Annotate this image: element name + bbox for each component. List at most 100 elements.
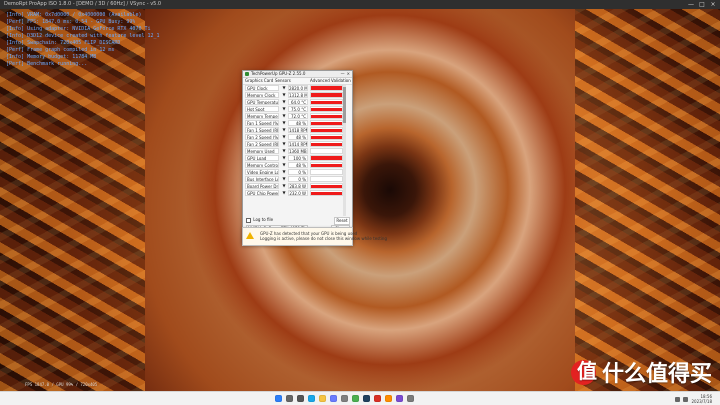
reset-button[interactable]: Reset (334, 217, 350, 225)
sensor-value: 72.0 °C (288, 113, 308, 119)
sensor-row: Fan 2 Speed (%) ▼ 48 % (245, 134, 348, 140)
taskbar-date: 2023/7/18 (691, 399, 712, 404)
sensor-value: 1312.8 MHz (288, 92, 308, 98)
sensor-menu-arrow-icon[interactable]: ▼ (282, 162, 286, 168)
sensor-menu-arrow-icon[interactable]: ▼ (282, 127, 286, 133)
smzdm-watermark: 值 什么值得买 (570, 359, 712, 387)
sensor-menu-arrow-icon[interactable]: ▼ (282, 92, 286, 98)
sensor-graph (310, 120, 343, 126)
sensor-row: Memory Used ▼ 1360 MB (245, 148, 348, 154)
sensor-menu-arrow-icon[interactable]: ▼ (282, 190, 286, 196)
sensor-menu-arrow-icon[interactable]: ▼ (282, 85, 286, 91)
sensor-graph-fill (311, 143, 342, 146)
console-line-8: [Perf] Benchmark running... (6, 61, 88, 67)
sensor-label: Memory Clock (245, 92, 279, 98)
app-gray-icon[interactable] (407, 395, 414, 402)
sensor-graph (310, 113, 343, 119)
sensor-menu-arrow-icon[interactable]: ▼ (282, 176, 286, 182)
app-purple-icon[interactable] (396, 395, 403, 402)
sensor-row: Memory Temperature▼72.0 °C (245, 113, 348, 119)
sensor-menu-arrow-icon[interactable]: ▼ (282, 155, 286, 161)
close-icon[interactable]: × (708, 0, 718, 9)
folder-icon[interactable] (319, 395, 326, 402)
maximize-icon[interactable]: □ (697, 0, 707, 9)
network-icon[interactable] (675, 396, 681, 402)
taskbar-clock[interactable]: 18:56 2023/7/18 (691, 394, 712, 404)
sensor-graph-fill (311, 108, 342, 111)
log-to-file-checkbox[interactable] (246, 217, 251, 223)
console-line-6: [Perf] Frame graph compiled in 12 ms (6, 47, 115, 53)
window-tabs: Graphics Card Sensors Advanced Validatio… (243, 78, 352, 85)
sensor-scrollbar-thumb[interactable] (343, 87, 346, 123)
gpu-z-window[interactable]: TechPowerUp GPU-Z 2.55.0 — × Graphics Ca… (242, 70, 353, 243)
sensor-menu-arrow-icon[interactable]: ▼ (282, 148, 286, 154)
sensor-scrollbar[interactable] (343, 85, 346, 216)
steam-icon[interactable] (363, 395, 370, 402)
sensor-label: GPU Chip Power Draw (245, 190, 279, 196)
sensor-row: GPU Clock▼2820.0 MHz (245, 85, 348, 91)
tab-sensors[interactable]: Sensors (275, 78, 291, 84)
sensor-graph-fill (311, 122, 342, 125)
right-side-background-pattern (575, 0, 720, 391)
sensor-graph-fill (311, 129, 342, 132)
warning-icon (246, 232, 254, 239)
sensor-menu-arrow-icon[interactable]: ▼ (282, 169, 286, 175)
sensor-value: 283.8 W (288, 183, 308, 189)
sensor-graph-fill (311, 101, 342, 104)
sensor-row: Fan 1 Speed (RPM)▼1418 RPM (245, 127, 348, 133)
sensor-label: Fan 2 Speed (RPM) (245, 141, 279, 147)
sensor-graph (310, 190, 343, 196)
sensor-graph-fill (311, 191, 342, 195)
sensor-label: GPU Temperature (245, 99, 279, 105)
sensor-label: Memory Temperature (245, 113, 279, 119)
smzdm-logo: 值 (570, 359, 597, 385)
log-to-file-row[interactable]: Log to file (246, 217, 273, 223)
sensor-row: GPU Chip Power Draw▼232.0 W (245, 190, 348, 196)
tab-advanced-validation[interactable]: Advanced Validation (310, 78, 351, 84)
sensor-menu-arrow-icon[interactable]: ▼ (282, 120, 286, 126)
app-red-icon[interactable] (374, 395, 381, 402)
sensor-graph-fill (311, 86, 342, 90)
sensor-menu-arrow-icon[interactable]: ▼ (282, 106, 286, 112)
minimize-icon[interactable]: — (341, 71, 345, 77)
sensor-label: Memory Controller Load (245, 162, 279, 168)
sensor-value: 100 % (288, 155, 308, 161)
sensor-graph (310, 155, 343, 161)
sensor-label: Board Power Draw (245, 183, 279, 189)
edge-icon[interactable] (308, 395, 315, 402)
sensor-graph (310, 183, 343, 189)
store-icon[interactable] (330, 395, 337, 402)
sensor-menu-arrow-icon[interactable]: ▼ (282, 183, 286, 189)
sensor-menu-arrow-icon[interactable]: ▼ (282, 134, 286, 140)
window-titlebar[interactable]: TechPowerUp GPU-Z 2.55.0 — × (243, 71, 352, 78)
tab-graphics-card[interactable]: Graphics Card (245, 78, 273, 84)
sensor-row: Hot Spot ▼ 75.0 °C (245, 106, 348, 112)
sensor-menu-arrow-icon[interactable]: ▼ (282, 113, 286, 119)
sensor-graph (310, 141, 343, 147)
settings-icon[interactable] (341, 395, 348, 402)
sensor-menu-arrow-icon[interactable]: ▼ (282, 99, 286, 105)
sensor-value: 64.0 °C (288, 99, 308, 105)
minimize-icon[interactable]: — (686, 0, 696, 9)
sensor-graph (310, 127, 343, 133)
close-icon[interactable]: × (347, 71, 350, 77)
sensor-graph-fill (311, 164, 342, 167)
sensor-value: 0 % (288, 176, 308, 182)
volume-icon[interactable] (683, 396, 689, 402)
search-icon[interactable] (286, 395, 293, 402)
warning-notification[interactable]: GPU-Z has detected that your GPU is bein… (242, 227, 387, 246)
console-line-1: [Info] VRAM: 0x7d0000 / 0x4000000 (Avail… (6, 12, 142, 18)
sensor-graph (310, 169, 343, 175)
task-view-icon[interactable] (297, 395, 304, 402)
sensor-value: 1360 MB (288, 148, 308, 154)
taskbar-pinned-icons (275, 395, 414, 402)
sensor-label: Fan 1 Speed (%) (245, 120, 279, 126)
notification-line-2: Logging is active, please do not close t… (260, 236, 387, 241)
sensor-graph (310, 148, 343, 154)
sensor-row: Board Power Draw▼283.8 W (245, 183, 348, 189)
app-orange-icon[interactable] (385, 395, 392, 402)
chrome-icon[interactable] (352, 395, 359, 402)
sensor-menu-arrow-icon[interactable]: ▼ (282, 141, 286, 147)
window-controls: — × (341, 71, 350, 77)
windows-icon[interactable] (275, 395, 282, 402)
